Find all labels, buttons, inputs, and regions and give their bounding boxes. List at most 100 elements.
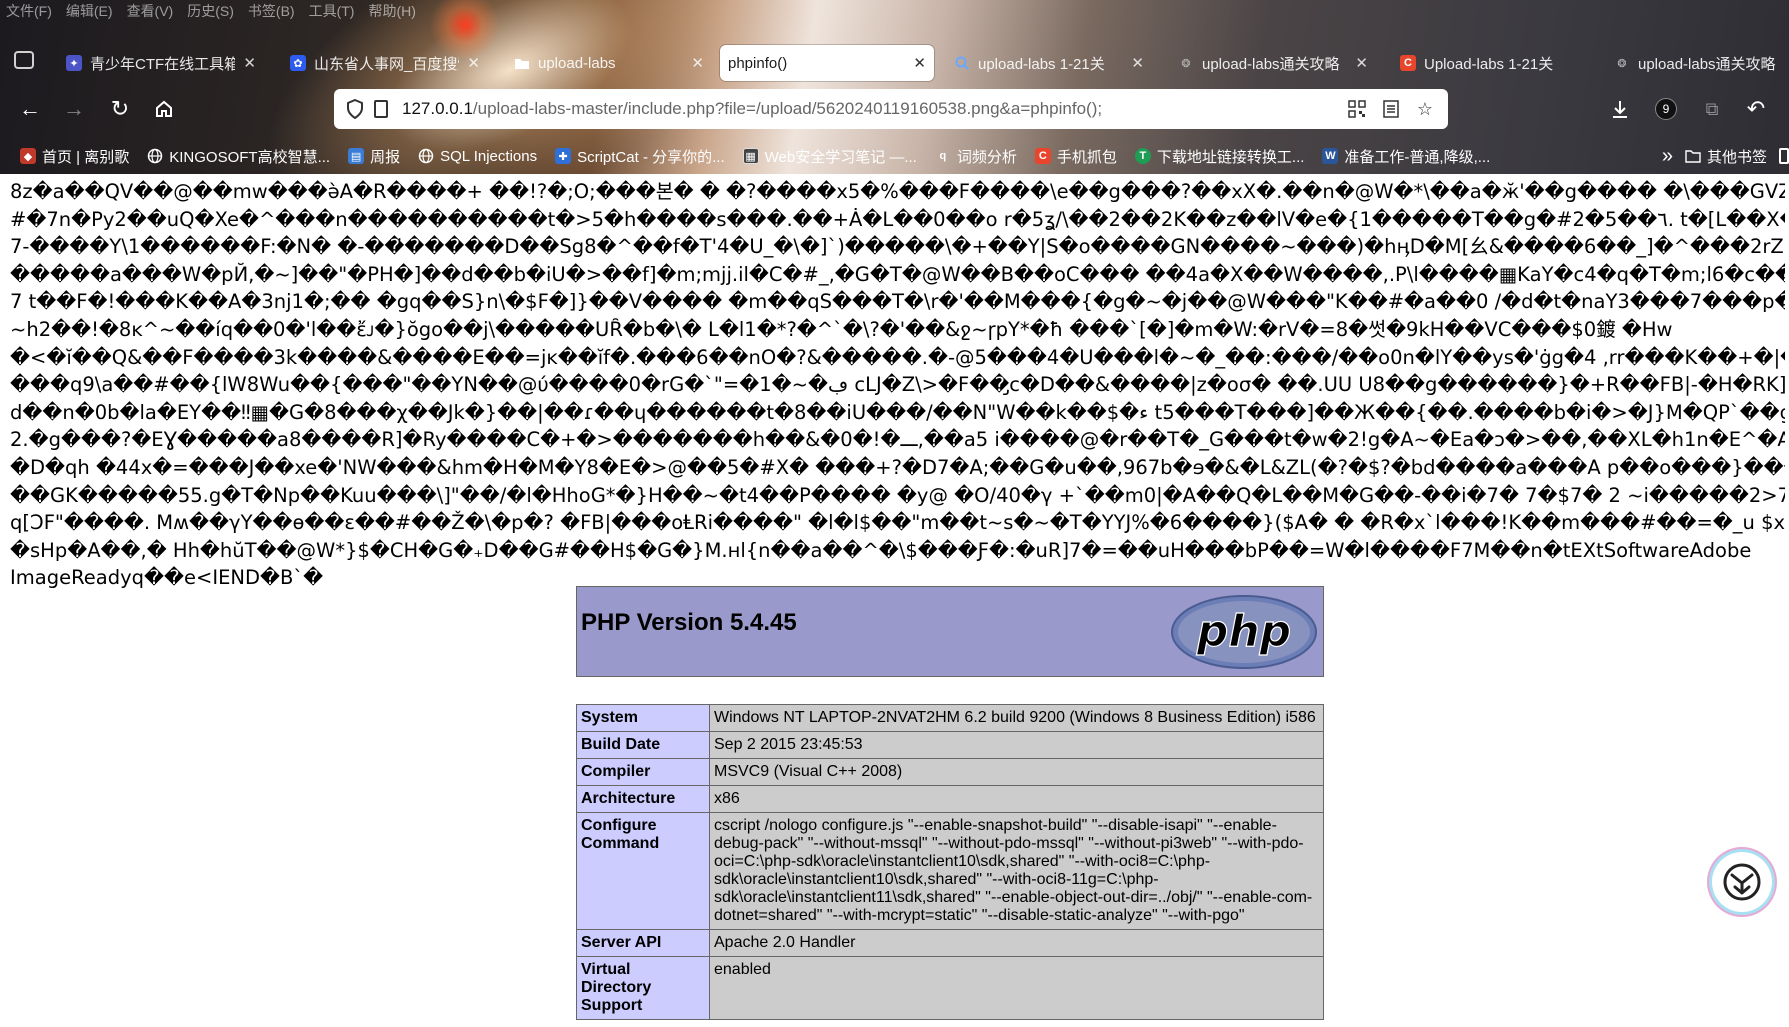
menu-bookmarks[interactable]: 书签(B)	[248, 1, 295, 21]
address-bar[interactable]: 127.0.0.1/upload-labs-master/include.php…	[334, 89, 1448, 129]
undo-icon[interactable]: ↶	[1740, 93, 1772, 125]
qr-code-icon[interactable]	[1346, 98, 1368, 120]
bookmarks-overflow-chevron-icon[interactable]: »	[1662, 145, 1673, 168]
binary-line: �D�qh �44x�=���J��xe�'NW���&hm�H�M�Y8�E�…	[10, 455, 1785, 479]
bookmark-kingosoft[interactable]: KINGOSOFT高校智慧...	[147, 146, 330, 167]
tab-upload-labs[interactable]: upload-labs ✕	[506, 45, 712, 81]
row-key: Architecture	[576, 785, 710, 813]
binary-line: 2.�g���?�EƔ�����a8����R]�Ry����C�+�>����…	[10, 428, 1785, 452]
shield-icon[interactable]	[346, 99, 364, 119]
bookmark-home[interactable]: ◆ 首页 | 离别歌	[20, 146, 129, 167]
page-content: 8z�a��QV��@��mw���ə̀A�R����+ ��!?�;O;���…	[0, 174, 1789, 1027]
bookmark-star-icon[interactable]: ☆	[1414, 98, 1436, 120]
table-row: Architecture x86	[576, 785, 1324, 813]
scriptcat-icon: ✚	[555, 148, 572, 164]
close-icon[interactable]: ✕	[691, 54, 704, 72]
row-value: Sep 2 2015 23:45:53	[709, 731, 1324, 759]
menu-help[interactable]: 帮助(H)	[368, 1, 415, 21]
row-key: System	[576, 704, 710, 732]
raw-binary-output: 8z�a��QV��@��mw���ə̀A�R����+ ��!?�;O;���…	[10, 178, 1785, 592]
binary-line: 8z�a��QV��@��mw���ə̀A�R����+ ��!?�;O;���…	[10, 180, 1785, 203]
phpinfo-table: System Windows NT LAPTOP-2NVAT2HM 6.2 bui…	[576, 704, 1324, 1020]
tab-upload-labs-guide[interactable]: ❂ upload-labs通关攻略 ✕	[1170, 45, 1376, 81]
tab-label: phpinfo()	[728, 54, 788, 72]
tab-label: upload-labs 1-21关	[978, 55, 1105, 73]
bookmark-word-frequency[interactable]: q 词频分析	[935, 146, 1017, 167]
menu-edit[interactable]: 编辑(E)	[66, 1, 113, 21]
binary-line: �sHp�A��,� Hh�hŭT��@W*}$�CH�G�₊D��G#��H$…	[10, 538, 1752, 562]
bookmark-label: Web安全学习笔记 —...	[764, 148, 917, 166]
binary-line: d��n�0b�la�EY��‼▦�G�8���χ��Jk�}��|��ɾ��ɥ…	[10, 400, 1785, 424]
globe-icon	[418, 148, 434, 164]
url-text[interactable]: 127.0.0.1/upload-labs-master/include.php…	[402, 99, 1334, 119]
extension-puzzle-icon[interactable]: ⧉	[1696, 93, 1728, 125]
tab-upload-labs-csdn[interactable]: C Upload-labs 1-21关	[1392, 45, 1592, 81]
search-icon	[954, 55, 970, 71]
row-key: Configure Command	[576, 812, 710, 930]
tab-upload-labs-search[interactable]: upload-labs 1-21关 ✕	[946, 45, 1152, 81]
bookmark-person-icon: ◆	[20, 148, 36, 164]
t-icon: T	[1134, 148, 1151, 164]
floating-assistant-button[interactable]	[1712, 852, 1772, 912]
menu-view[interactable]: 查看(V)	[127, 1, 174, 21]
tab-phpinfo[interactable]: phpinfo() ✕	[720, 45, 934, 81]
binary-line: q[ƆF"����. Mʍ��γY��ɵ��ɛ��#��Ž�\�p�? �FB|…	[10, 511, 1785, 535]
bookmarks-bar: ◆ 首页 | 离别歌 KINGOSOFT高校智慧... ▤ 周报 SQL Inj…	[0, 140, 1789, 172]
tab-upload-labs-guide-2[interactable]: ❂ upload-labs通关攻略	[1606, 45, 1789, 81]
tab-baidu-search[interactable]: ✿ 山东省人事网_百度搜索 ✕	[282, 45, 488, 81]
binary-line: ~h2��!�8ĸ^~��íq��0�'l��ἔᴊ�}ŏgo��j\�����U…	[10, 317, 1673, 341]
globe-icon	[147, 148, 163, 164]
tab-ctf-toolbox[interactable]: ✦ 青少年CTF在线工具箱 ✕	[58, 45, 264, 81]
menu-file[interactable]: 文件(F)	[6, 1, 52, 21]
menu-history[interactable]: 历史(S)	[187, 1, 234, 21]
word-icon: W	[1322, 148, 1339, 164]
profile-badge[interactable]: 9	[1650, 93, 1682, 125]
row-value: MSVC9 (Visual C++ 2008)	[709, 758, 1324, 786]
php-logo: php	[1171, 595, 1317, 669]
binary-line: ���q9\a��#��{lW8Wu��{���"��YN��@ύ����0�r…	[10, 373, 1785, 397]
bookmark-phone-capture[interactable]: C 手机抓包	[1034, 146, 1117, 167]
tab-label: 山东省人事网_百度搜索	[314, 55, 460, 73]
close-icon[interactable]: ✕	[913, 54, 926, 72]
tab-label: upload-labs	[538, 54, 616, 72]
bookmark-weekly-report[interactable]: ▤ 周报	[348, 146, 400, 167]
bookmark-sql-injections[interactable]: SQL Injections	[418, 148, 537, 165]
close-icon[interactable]: ✕	[243, 54, 256, 72]
folder-icon	[514, 55, 530, 71]
bookmark-scriptcat[interactable]: ✚ ScriptCat - 分享你的...	[555, 146, 725, 167]
table-row: System Windows NT LAPTOP-2NVAT2HM 6.2 bui…	[576, 704, 1324, 732]
reload-icon[interactable]: ↻	[104, 93, 136, 125]
tab-list-icon[interactable]	[14, 51, 34, 69]
reader-view-icon[interactable]	[1380, 98, 1402, 120]
bookmark-web-security-notes[interactable]: ▦ Web安全学习笔记 —...	[742, 146, 917, 167]
table-row: Virtual Directory Support enabled	[576, 956, 1324, 1020]
q-icon: q	[939, 150, 947, 162]
folder-icon	[1685, 148, 1701, 164]
tab-label: upload-labs通关攻略	[1202, 55, 1340, 73]
calendar-icon: ▤	[348, 148, 365, 164]
row-key: Virtual Directory Support	[576, 956, 710, 1020]
other-bookmarks-folder[interactable]: 其他书签	[1685, 146, 1767, 167]
menu-tools[interactable]: 工具(T)	[309, 1, 355, 21]
table-row: Build Date Sep 2 2015 23:45:53	[576, 731, 1324, 759]
row-value: enabled	[709, 956, 1324, 1020]
menu-bar: 文件(F) 编辑(E) 查看(V) 历史(S) 书签(B) 工具(T) 帮助(H…	[6, 0, 416, 22]
row-value: Apache 2.0 Handler	[709, 929, 1324, 957]
page-info-icon[interactable]	[374, 100, 388, 118]
document-icon: ▦	[742, 148, 759, 164]
other-bookmarks-label: 其他书签	[1706, 148, 1767, 166]
row-key: Build Date	[576, 731, 710, 759]
browser-chrome: 文件(F) 编辑(E) 查看(V) 历史(S) 书签(B) 工具(T) 帮助(H…	[0, 0, 1789, 174]
bookmark-label: 首页 | 离别歌	[42, 148, 130, 166]
close-icon[interactable]: ✕	[467, 54, 480, 72]
bookmark-download-converter[interactable]: T 下载地址链接转换工...	[1134, 146, 1304, 167]
mobile-bookmarks-icon[interactable]	[1779, 148, 1789, 164]
table-row: Configure Command cscript /nologo configu…	[576, 812, 1324, 930]
forward-arrow-icon[interactable]: →	[58, 93, 90, 125]
close-icon[interactable]: ✕	[1355, 54, 1368, 72]
back-arrow-icon[interactable]: ←	[14, 93, 46, 125]
home-icon[interactable]	[148, 93, 180, 125]
close-icon[interactable]: ✕	[1131, 54, 1144, 72]
bookmark-prep-work[interactable]: W 准备工作-普通,降级,...	[1322, 146, 1490, 167]
download-icon[interactable]	[1604, 93, 1636, 125]
